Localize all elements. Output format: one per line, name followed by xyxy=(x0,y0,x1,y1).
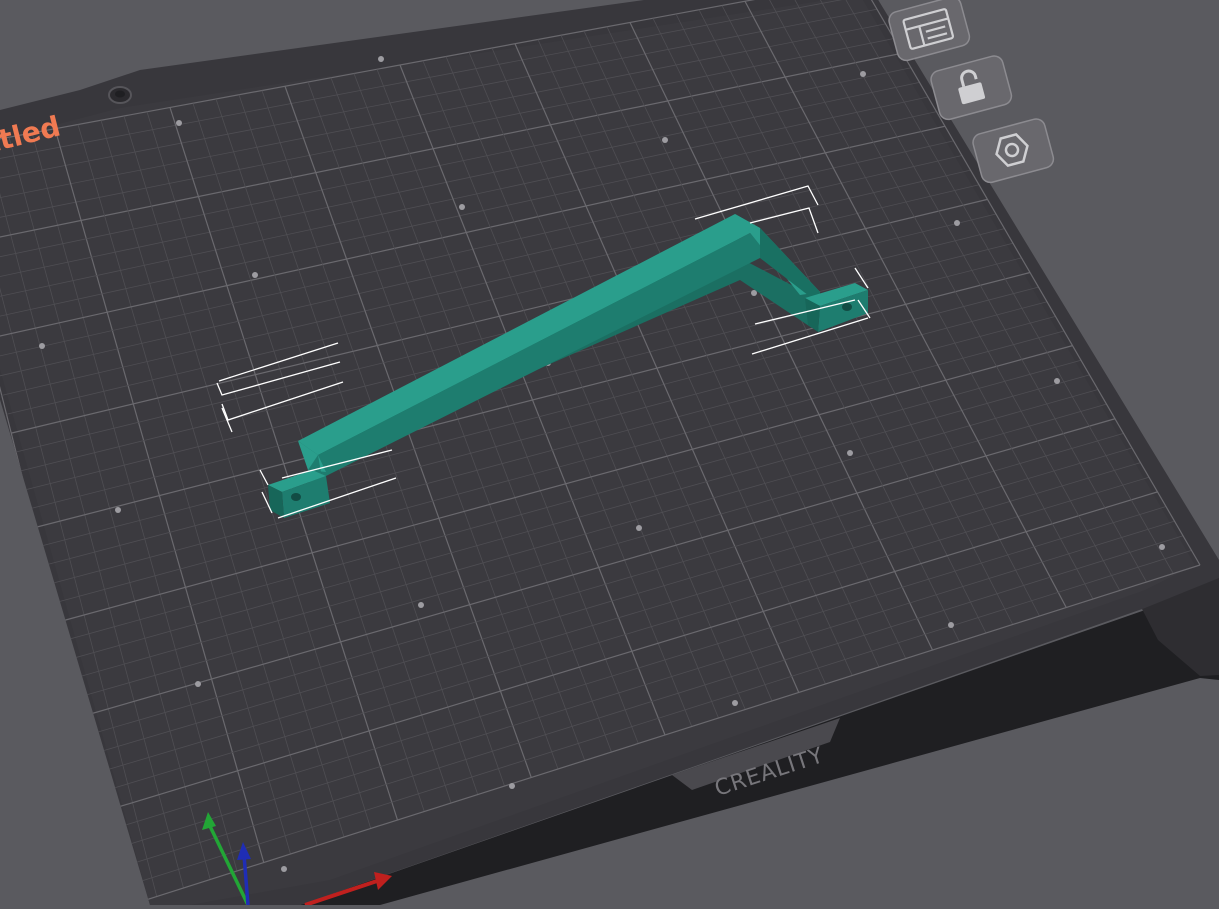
bed-dot xyxy=(860,71,866,77)
bed-dot xyxy=(281,866,287,872)
bed-dot xyxy=(509,783,515,789)
bed-dot xyxy=(418,602,424,608)
bed-dot xyxy=(1159,544,1165,550)
bed-dot xyxy=(39,343,45,349)
bed-dot xyxy=(662,137,668,143)
scene-canvas[interactable]: ttled CREALITY xyxy=(0,0,1219,907)
bed-dot xyxy=(636,525,642,531)
bed-dot xyxy=(252,272,258,278)
bed-dot xyxy=(948,622,954,628)
bed-dot xyxy=(378,56,384,62)
bed-dot xyxy=(459,204,465,210)
bed-dot xyxy=(115,507,121,513)
bed-dot xyxy=(1054,378,1060,384)
bed-dot xyxy=(732,700,738,706)
plate-marker-icon xyxy=(108,86,132,104)
bed-dot xyxy=(195,681,201,687)
bed-dot xyxy=(751,290,757,296)
bed-dot xyxy=(847,450,853,456)
3d-viewport[interactable]: ttled CREALITY xyxy=(0,0,1219,907)
bed-dot xyxy=(176,120,182,126)
bed-dot xyxy=(954,220,960,226)
